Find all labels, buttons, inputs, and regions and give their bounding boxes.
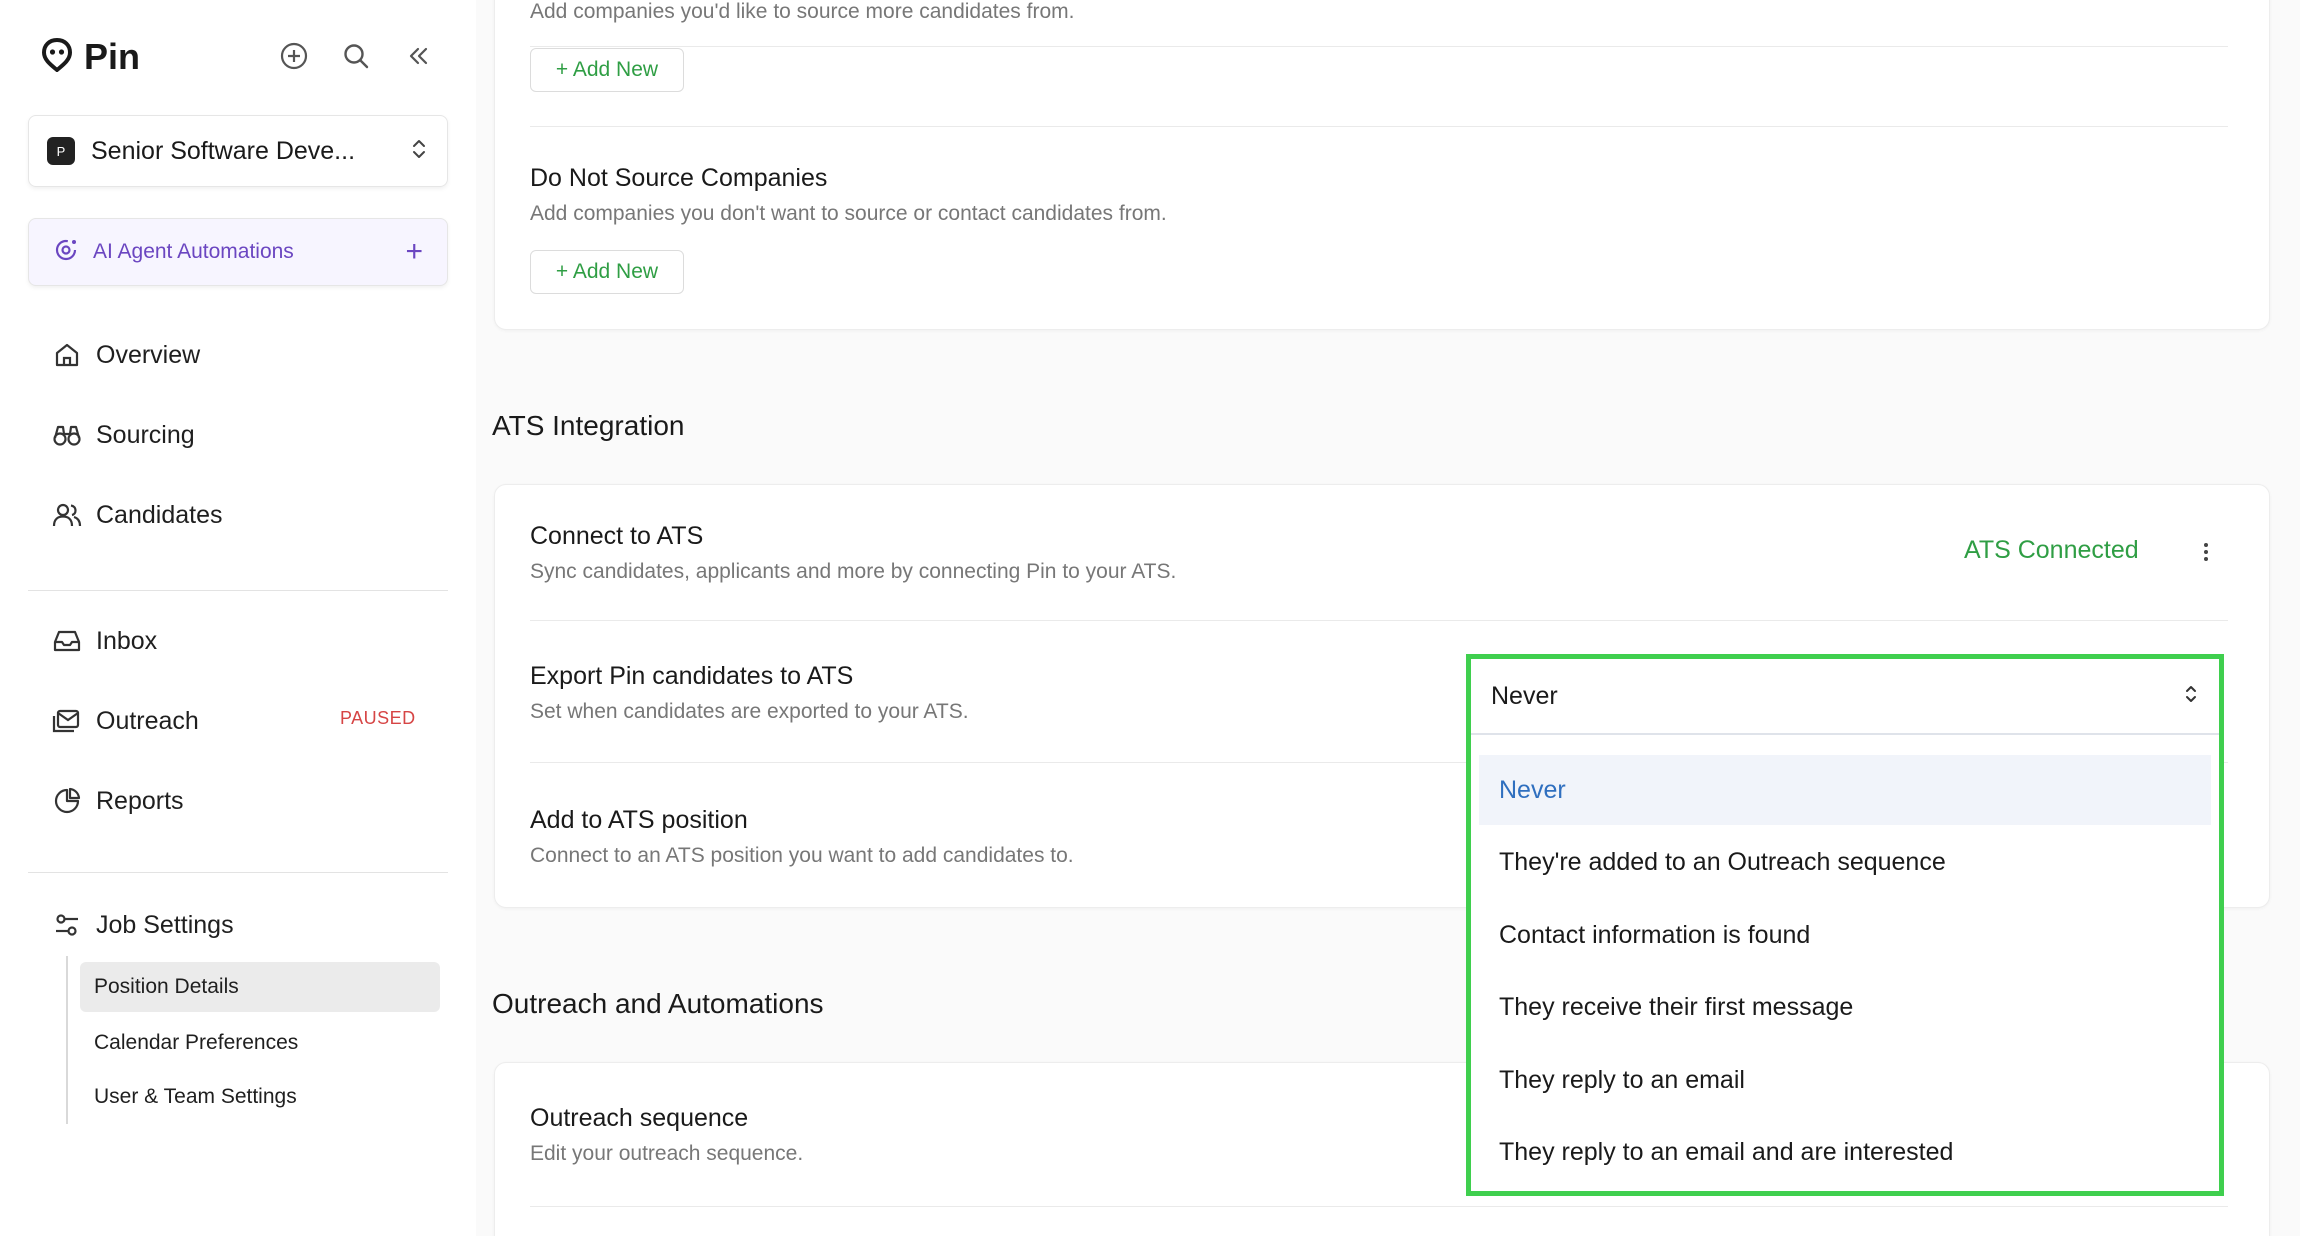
export-ats-title: Export Pin candidates to ATS bbox=[530, 662, 854, 690]
ai-agent-icon bbox=[53, 237, 79, 268]
nav-sourcing-label: Sourcing bbox=[96, 420, 195, 449]
chevron-up-down-icon bbox=[2183, 683, 2199, 710]
users-icon bbox=[52, 500, 82, 530]
ats-section-title: ATS Integration bbox=[492, 410, 685, 441]
home-icon bbox=[52, 340, 82, 370]
nav-overview-label: Overview bbox=[96, 340, 201, 369]
add-source-company-button[interactable]: + Add New bbox=[530, 48, 684, 92]
binoculars-icon bbox=[52, 420, 82, 450]
nav-job-settings[interactable]: Job Settings bbox=[52, 910, 234, 940]
nav-overview[interactable]: Overview bbox=[52, 340, 200, 370]
more-options-icon[interactable] bbox=[2194, 536, 2218, 568]
export-timing-selected-value: Never bbox=[1491, 681, 1558, 710]
export-ats-desc: Set when candidates are exported to your… bbox=[530, 700, 969, 723]
connect-ats-title: Connect to ATS bbox=[530, 522, 704, 550]
outreach-status-badge: PAUSED bbox=[340, 708, 416, 728]
outreach-mail-icon bbox=[52, 706, 82, 736]
nav-inbox[interactable]: Inbox bbox=[52, 626, 157, 656]
nav-sourcing[interactable]: Sourcing bbox=[52, 420, 195, 450]
collapse-sidebar-icon[interactable] bbox=[402, 40, 434, 72]
do-not-source-desc: Add companies you don't want to source o… bbox=[530, 202, 1167, 225]
row-separator bbox=[530, 1206, 2228, 1207]
sidebar-divider bbox=[28, 872, 448, 873]
connect-ats-desc: Sync candidates, applicants and more by … bbox=[530, 560, 1177, 583]
pin-logo-icon bbox=[41, 37, 73, 77]
search-icon[interactable] bbox=[340, 40, 372, 72]
dropdown-option-added-to-sequence[interactable]: They're added to an Outreach sequence bbox=[1479, 827, 2211, 897]
settings-sliders-icon bbox=[52, 910, 82, 940]
export-timing-select[interactable]: Never bbox=[1471, 659, 2219, 735]
outreach-sequence-title: Outreach sequence bbox=[530, 1104, 749, 1132]
row-separator bbox=[530, 620, 2228, 621]
sidebar: Pin P Senior Software Deve... AI Agent A… bbox=[0, 0, 476, 1236]
add-ats-position-desc: Connect to an ATS position you want to a… bbox=[530, 844, 1074, 867]
pie-chart-icon bbox=[52, 786, 82, 816]
dropdown-option-never[interactable]: Never bbox=[1479, 755, 2211, 825]
nav-job-settings-label: Job Settings bbox=[96, 910, 234, 939]
outreach-sequence-desc: Edit your outreach sequence. bbox=[530, 1142, 804, 1165]
job-badge: P bbox=[47, 137, 75, 165]
sidebar-divider bbox=[28, 590, 448, 591]
ai-agent-label: AI Agent Automations bbox=[93, 240, 294, 263]
export-timing-dropdown: Never Never They're added to an Outreach… bbox=[1466, 654, 2224, 1196]
nav-outreach-label: Outreach bbox=[96, 706, 199, 735]
row-separator bbox=[530, 126, 2228, 127]
nav-candidates-label: Candidates bbox=[96, 500, 223, 529]
nav-candidates[interactable]: Candidates bbox=[52, 500, 222, 530]
sub-nav-user-team-settings[interactable]: User & Team Settings bbox=[80, 1072, 440, 1122]
nav-inbox-label: Inbox bbox=[96, 626, 158, 655]
source-companies-desc: Add companies you'd like to source more … bbox=[530, 0, 1075, 23]
add-ats-position-title: Add to ATS position bbox=[530, 806, 748, 834]
dropdown-option-first-message[interactable]: They receive their first message bbox=[1479, 972, 2211, 1042]
do-not-source-title: Do Not Source Companies bbox=[530, 164, 828, 192]
outreach-section-title: Outreach and Automations bbox=[492, 988, 824, 1019]
sub-nav-line bbox=[66, 956, 68, 1124]
sub-nav-calendar-preferences[interactable]: Calendar Preferences bbox=[80, 1018, 440, 1068]
nav-reports-label: Reports bbox=[96, 786, 184, 815]
add-automation-icon[interactable]: + bbox=[405, 237, 423, 267]
chevron-up-down-icon bbox=[409, 136, 429, 167]
nav-reports[interactable]: Reports bbox=[52, 786, 184, 816]
sidebar-toolbar bbox=[278, 40, 434, 72]
app-logo[interactable]: Pin bbox=[41, 36, 141, 78]
dropdown-option-contact-found[interactable]: Contact information is found bbox=[1479, 900, 2211, 970]
dropdown-option-reply-interested[interactable]: They reply to an email and are intereste… bbox=[1479, 1117, 2211, 1187]
app-name: Pin bbox=[84, 36, 141, 77]
sub-nav-position-details[interactable]: Position Details bbox=[80, 962, 440, 1012]
nav-outreach[interactable]: Outreach bbox=[52, 706, 199, 736]
job-selector[interactable]: P Senior Software Deve... bbox=[28, 115, 448, 187]
ats-connected-status[interactable]: ATS Connected bbox=[1964, 536, 2139, 565]
add-do-not-source-button[interactable]: + Add New bbox=[530, 250, 684, 294]
inbox-icon bbox=[52, 626, 82, 656]
row-separator bbox=[530, 46, 2228, 47]
add-circle-icon[interactable] bbox=[278, 40, 310, 72]
job-title: Senior Software Deve... bbox=[91, 136, 356, 165]
dropdown-option-reply-email[interactable]: They reply to an email bbox=[1479, 1045, 2211, 1115]
ai-agent-automations[interactable]: AI Agent Automations + bbox=[28, 218, 448, 286]
